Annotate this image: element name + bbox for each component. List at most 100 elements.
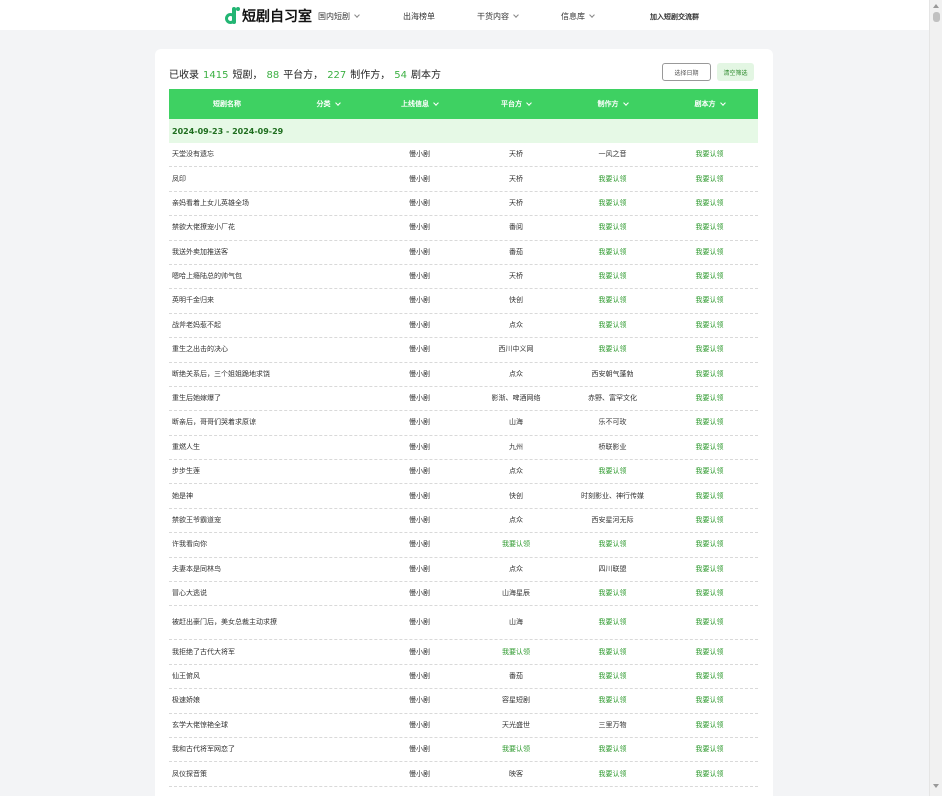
scroll-up-icon[interactable] [933,4,939,8]
drama-name-cell[interactable]: 重燃人生 [169,443,285,452]
nav-info-library[interactable]: 信息库 [561,11,595,22]
claim-link[interactable]: 我要认领 [564,540,661,549]
claim-link[interactable]: 我要认领 [564,296,661,305]
claim-link[interactable]: 我要认领 [564,745,661,754]
scroll-down-icon[interactable] [933,784,939,788]
drama-name-cell[interactable]: 重生之出击的决心 [169,345,285,354]
table-row[interactable]: 重生之出击的决心 慢小剧 西川中义网 我要认领 我要认领 [169,338,758,363]
drama-name-cell[interactable]: 玄学大佬惊艳全球 [169,721,285,730]
claim-link[interactable]: 我要认领 [661,150,758,159]
drama-name-cell[interactable]: 禁欲王爷霸道宠 [169,516,285,525]
drama-name-cell[interactable]: 极速娇娘 [169,696,285,705]
claim-link[interactable]: 我要认领 [564,223,661,232]
clear-filter-button[interactable]: 清空筛选 [717,63,754,81]
drama-name-cell[interactable]: 她是神 [169,492,285,501]
claim-link[interactable]: 我要认领 [564,696,661,705]
claim-link[interactable]: 我要认领 [661,272,758,281]
table-row[interactable]: 凤仪探音策 慢小剧 映客 我要认领 我要认领 [169,762,758,787]
col-header-release[interactable]: 上线信息 [371,99,468,109]
claim-link[interactable]: 我要认领 [564,467,661,476]
join-group-link[interactable]: 加入短剧交流群 [650,12,699,22]
claim-link[interactable]: 我要认领 [564,321,661,330]
scrollbar[interactable] [929,0,942,796]
claim-link[interactable]: 我要认领 [661,223,758,232]
site-logo[interactable]: 短剧自习室 [225,6,312,26]
claim-link[interactable]: 我要认领 [564,648,661,657]
drama-name-cell[interactable]: 禁欲大佬撩宠小厂花 [169,223,285,232]
claim-link[interactable]: 我要认领 [468,648,564,657]
drama-name-cell[interactable]: 凤印 [169,175,285,184]
drama-name-cell[interactable]: 亲妈看着上女儿英雄全场 [169,199,285,208]
claim-link[interactable]: 我要认领 [564,272,661,281]
claim-link[interactable]: 我要认领 [661,618,758,627]
table-row[interactable]: 嗯哈上瘾陆总的帅气包 慢小剧 天桥 我要认领 我要认领 [169,265,758,290]
col-header-writer[interactable]: 剧本方 [661,99,758,109]
drama-name-cell[interactable]: 仙王俯风 [169,672,285,681]
table-row[interactable]: 战斧老妈惹不起 慢小剧 点众 我要认领 我要认领 [169,314,758,339]
claim-link[interactable]: 我要认领 [661,721,758,730]
table-row[interactable]: 被赶出豪门后，美女总裁主动求撩 慢小剧 山海 我要认领 我要认领 [169,606,758,641]
drama-name-cell[interactable]: 断亲后，哥哥们哭着求原谅 [169,418,285,427]
table-row[interactable]: 禁欲王爷霸道宠 慢小剧 点众 西安星河无际 我要认领 [169,509,758,534]
drama-name-cell[interactable]: 英明千金归来 [169,296,285,305]
drama-name-cell[interactable]: 天堂没有遗忘 [169,150,285,159]
table-row[interactable]: 许我看向你 慢小剧 我要认领 我要认领 我要认领 [169,533,758,558]
table-row[interactable]: 极速娇娘 慢小剧 容星短剧 我要认领 我要认领 [169,689,758,714]
nav-overseas-ranking[interactable]: 出海榜单 [403,11,435,22]
table-row[interactable]: 凤印 慢小剧 天桥 我要认领 我要认领 [169,167,758,192]
claim-link[interactable]: 我要认领 [661,248,758,257]
drama-name-cell[interactable]: 我拒绝了古代大将军 [169,648,285,657]
claim-link[interactable]: 我要认领 [661,540,758,549]
table-row[interactable]: 仙王俯风 慢小剧 番茄 我要认领 我要认领 [169,665,758,690]
table-row[interactable]: 断绝关系后，三个姐姐跪地求饶 慢小剧 点众 西安朝气蓬勃 我要认领 [169,363,758,387]
col-header-genre[interactable]: 分类 [285,99,371,109]
drama-name-cell[interactable]: 重生后她嫁爆了 [169,394,285,403]
table-row[interactable]: 重生后她嫁爆了 慢小剧 影渐、啤酒网络 赤野、富罕文化 我要认领 [169,387,758,412]
drama-name-cell[interactable]: 冒心大逃说 [169,589,285,598]
claim-link[interactable]: 我要认领 [661,443,758,452]
col-header-producer[interactable]: 制作方 [564,99,661,109]
claim-link[interactable]: 我要认领 [661,516,758,525]
claim-link[interactable]: 我要认领 [661,345,758,354]
table-row[interactable]: 她是神 慢小剧 快创 时刻影业、神行传媒 我要认领 [169,484,758,509]
table-row[interactable]: 冒心大逃说 慢小剧 山海星辰 我要认领 我要认领 [169,582,758,607]
claim-link[interactable]: 我要认领 [468,745,564,754]
claim-link[interactable]: 我要认领 [564,175,661,184]
table-row[interactable]: 重燃人生 慢小剧 九州 桥联影业 我要认领 [169,436,758,461]
table-row[interactable]: 我送外卖加推送客 慢小剧 番茄 我要认领 我要认领 [169,241,758,265]
claim-link[interactable]: 我要认领 [661,370,758,379]
claim-link[interactable]: 我要认领 [661,565,758,574]
claim-link[interactable]: 我要认领 [468,540,564,549]
claim-link[interactable]: 我要认领 [564,672,661,681]
claim-link[interactable]: 我要认领 [661,745,758,754]
table-row[interactable]: 禁欲大佬撩宠小厂花 慢小剧 番阅 我要认领 我要认领 [169,216,758,241]
claim-link[interactable]: 我要认领 [661,672,758,681]
drama-name-cell[interactable]: 夫妻本是同林鸟 [169,565,285,574]
claim-link[interactable]: 我要认领 [661,770,758,779]
claim-link[interactable]: 我要认领 [661,175,758,184]
nav-content[interactable]: 干货内容 [477,11,519,22]
table-row[interactable]: 夫妻本是同林鸟 慢小剧 点众 四川联盟 我要认领 [169,558,758,583]
drama-name-cell[interactable]: 战斧老妈惹不起 [169,321,285,330]
claim-link[interactable]: 我要认领 [564,248,661,257]
claim-link[interactable]: 我要认领 [564,618,661,627]
claim-link[interactable]: 我要认领 [661,321,758,330]
claim-link[interactable]: 我要认领 [661,418,758,427]
table-row[interactable]: 步步生莲 慢小剧 点众 我要认领 我要认领 [169,460,758,485]
table-row[interactable]: 断亲后，哥哥们哭着求原谅 慢小剧 山海 乐不可玫 我要认领 [169,411,758,436]
claim-link[interactable]: 我要认领 [661,648,758,657]
scroll-thumb[interactable] [933,12,940,22]
table-row[interactable]: 我和古代将军网恋了 慢小剧 我要认领 我要认领 我要认领 [169,738,758,763]
claim-link[interactable]: 我要认领 [661,199,758,208]
drama-name-cell[interactable]: 嗯哈上瘾陆总的帅气包 [169,272,285,281]
drama-name-cell[interactable]: 凤仪探音策 [169,770,285,779]
drama-name-cell[interactable]: 我和古代将军网恋了 [169,745,285,754]
table-row[interactable]: 天堂没有遗忘 慢小剧 天桥 一风之音 我要认领 [169,143,758,168]
table-row[interactable]: 玄学大佬惊艳全球 慢小剧 天光盛世 三里万物 我要认领 [169,714,758,738]
table-row[interactable]: 我拒绝了古代大将军 慢小剧 我要认领 我要认领 我要认领 [169,640,758,665]
drama-name-cell[interactable]: 被赶出豪门后，美女总裁主动求撩 [169,618,285,627]
claim-link[interactable]: 我要认领 [564,199,661,208]
claim-link[interactable]: 我要认领 [661,589,758,598]
drama-name-cell[interactable]: 断绝关系后，三个姐姐跪地求饶 [169,370,285,379]
select-date-button[interactable]: 选择日期 [662,63,711,81]
